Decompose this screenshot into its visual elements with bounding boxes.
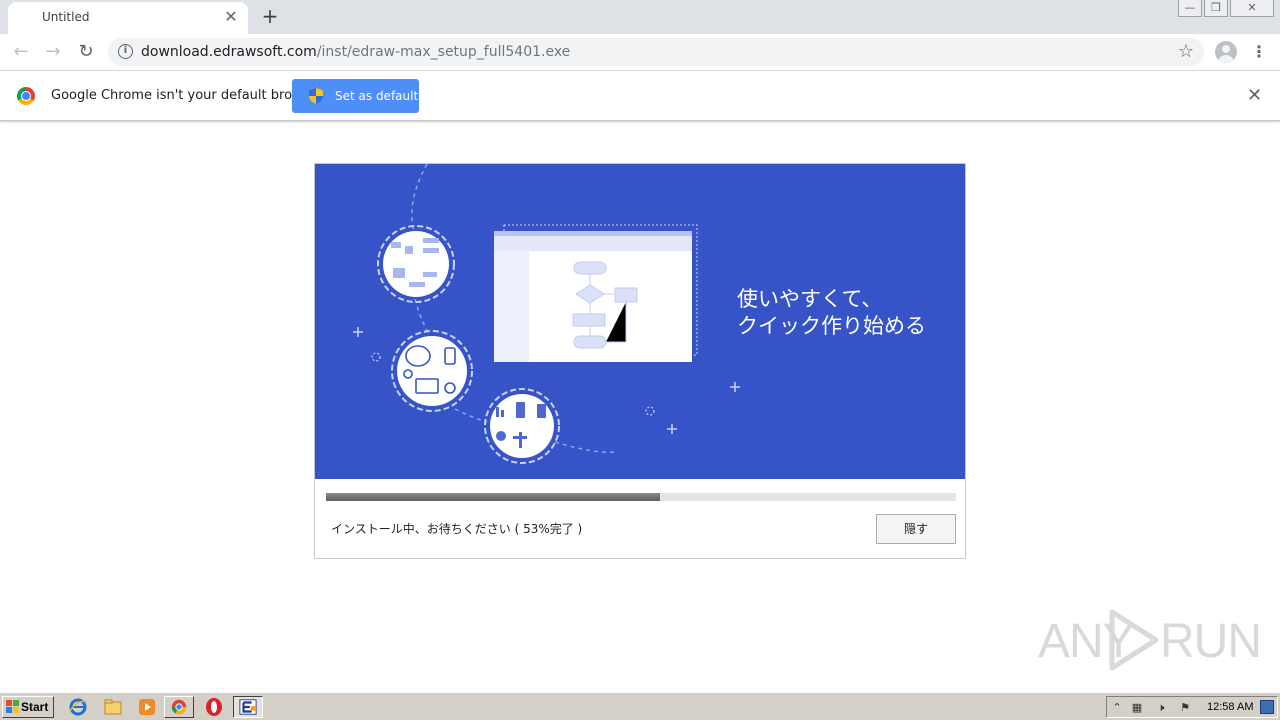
info-icon[interactable]: i (118, 44, 133, 59)
restore-button[interactable]: ❐ (1204, 0, 1228, 17)
flag-icon[interactable]: ⚑ (1177, 700, 1193, 716)
install-status-text: インストール中、お待ちください ( 53%完了 ) (331, 522, 583, 536)
system-tray: ⌃ ▦ 🕨 ⚑ 12:58 AM (1106, 696, 1278, 718)
tab-title: Untitled (42, 10, 90, 24)
browser-tab[interactable]: Untitled ✕ (8, 2, 248, 34)
url-path: /inst/edraw-max_setup_full5401.exe (316, 44, 571, 60)
set-as-default-label: Set as default (335, 89, 419, 103)
start-button[interactable]: Start (2, 696, 54, 718)
volume-icon[interactable]: 🕨 (1153, 700, 1169, 716)
tab-strip: Untitled ✕ + — ❐ ✕ (0, 0, 1280, 34)
set-as-default-button[interactable]: Set as default (292, 79, 419, 113)
installer-banner: 使いやすくて、 クイック作り始める (315, 164, 965, 479)
taskbar-edraw[interactable] (233, 696, 263, 718)
media-player-icon[interactable] (137, 697, 157, 717)
show-desktop-button[interactable] (1260, 700, 1274, 714)
uac-shield-icon (309, 88, 323, 104)
tagline-line-2: クイック作り始める (737, 314, 926, 338)
taskbar: Start ⌃ ▦ 🕨 ⚑ 12:58 AM (0, 692, 1280, 720)
default-browser-infobar: Google Chrome isn't your default browser… (0, 71, 1280, 121)
installer-tagline: 使いやすくて、 クイック作り始める (737, 286, 926, 340)
minimize-button[interactable]: — (1178, 0, 1202, 17)
close-window-button[interactable]: ✕ (1230, 0, 1274, 17)
infobar-close-icon[interactable]: ✕ (1247, 85, 1262, 106)
chrome-icon (171, 699, 187, 715)
taskbar-clock[interactable]: 12:58 AM (1207, 701, 1253, 713)
menu-icon[interactable]: ⋮ (1249, 40, 1269, 64)
tagline-line-1: 使いやすくて、 (737, 287, 883, 311)
tab-close-icon[interactable]: ✕ (222, 8, 240, 26)
installer-window: 使いやすくて、 クイック作り始める インストール中、お待ちください ( 53%完… (314, 163, 966, 559)
hide-button[interactable]: 隠す (876, 514, 956, 544)
url-host: download.edrawsoft.com (141, 44, 317, 60)
reload-icon[interactable]: ↻ (73, 40, 99, 64)
watermark-text-run: RUN (1160, 615, 1262, 668)
browser-toolbar: ← → ↻ i download.edrawsoft.com/inst/edra… (0, 34, 1280, 71)
forward-icon[interactable]: → (40, 40, 66, 64)
ie-icon[interactable] (68, 697, 88, 717)
opera-icon[interactable] (204, 697, 224, 717)
expand-icon[interactable]: ⌃ (1109, 700, 1125, 716)
explorer-icon[interactable] (103, 697, 123, 717)
install-progress-bar (326, 493, 956, 501)
network-icon[interactable]: ▦ (1129, 700, 1145, 716)
chrome-logo-icon (17, 87, 35, 105)
infobar-message: Google Chrome isn't your default browser (51, 88, 323, 103)
back-icon[interactable]: ← (8, 40, 34, 64)
new-tab-button[interactable]: + (258, 4, 282, 28)
profile-icon[interactable] (1215, 41, 1237, 63)
anyrun-watermark: ANY RUN (1038, 608, 1262, 672)
watermark-play-icon (1109, 609, 1159, 671)
start-label: Start (21, 700, 49, 714)
taskbar-chrome[interactable] (164, 696, 194, 718)
star-icon[interactable]: ☆ (1178, 41, 1194, 62)
window-controls: — ❐ ✕ (1176, 0, 1274, 18)
windows-logo-icon (6, 700, 19, 713)
url-text[interactable]: download.edrawsoft.com/inst/edraw-max_se… (141, 44, 570, 60)
address-bar[interactable]: i download.edrawsoft.com/inst/edraw-max_… (108, 38, 1204, 66)
edraw-icon (239, 699, 257, 715)
install-progress-fill (326, 493, 660, 501)
